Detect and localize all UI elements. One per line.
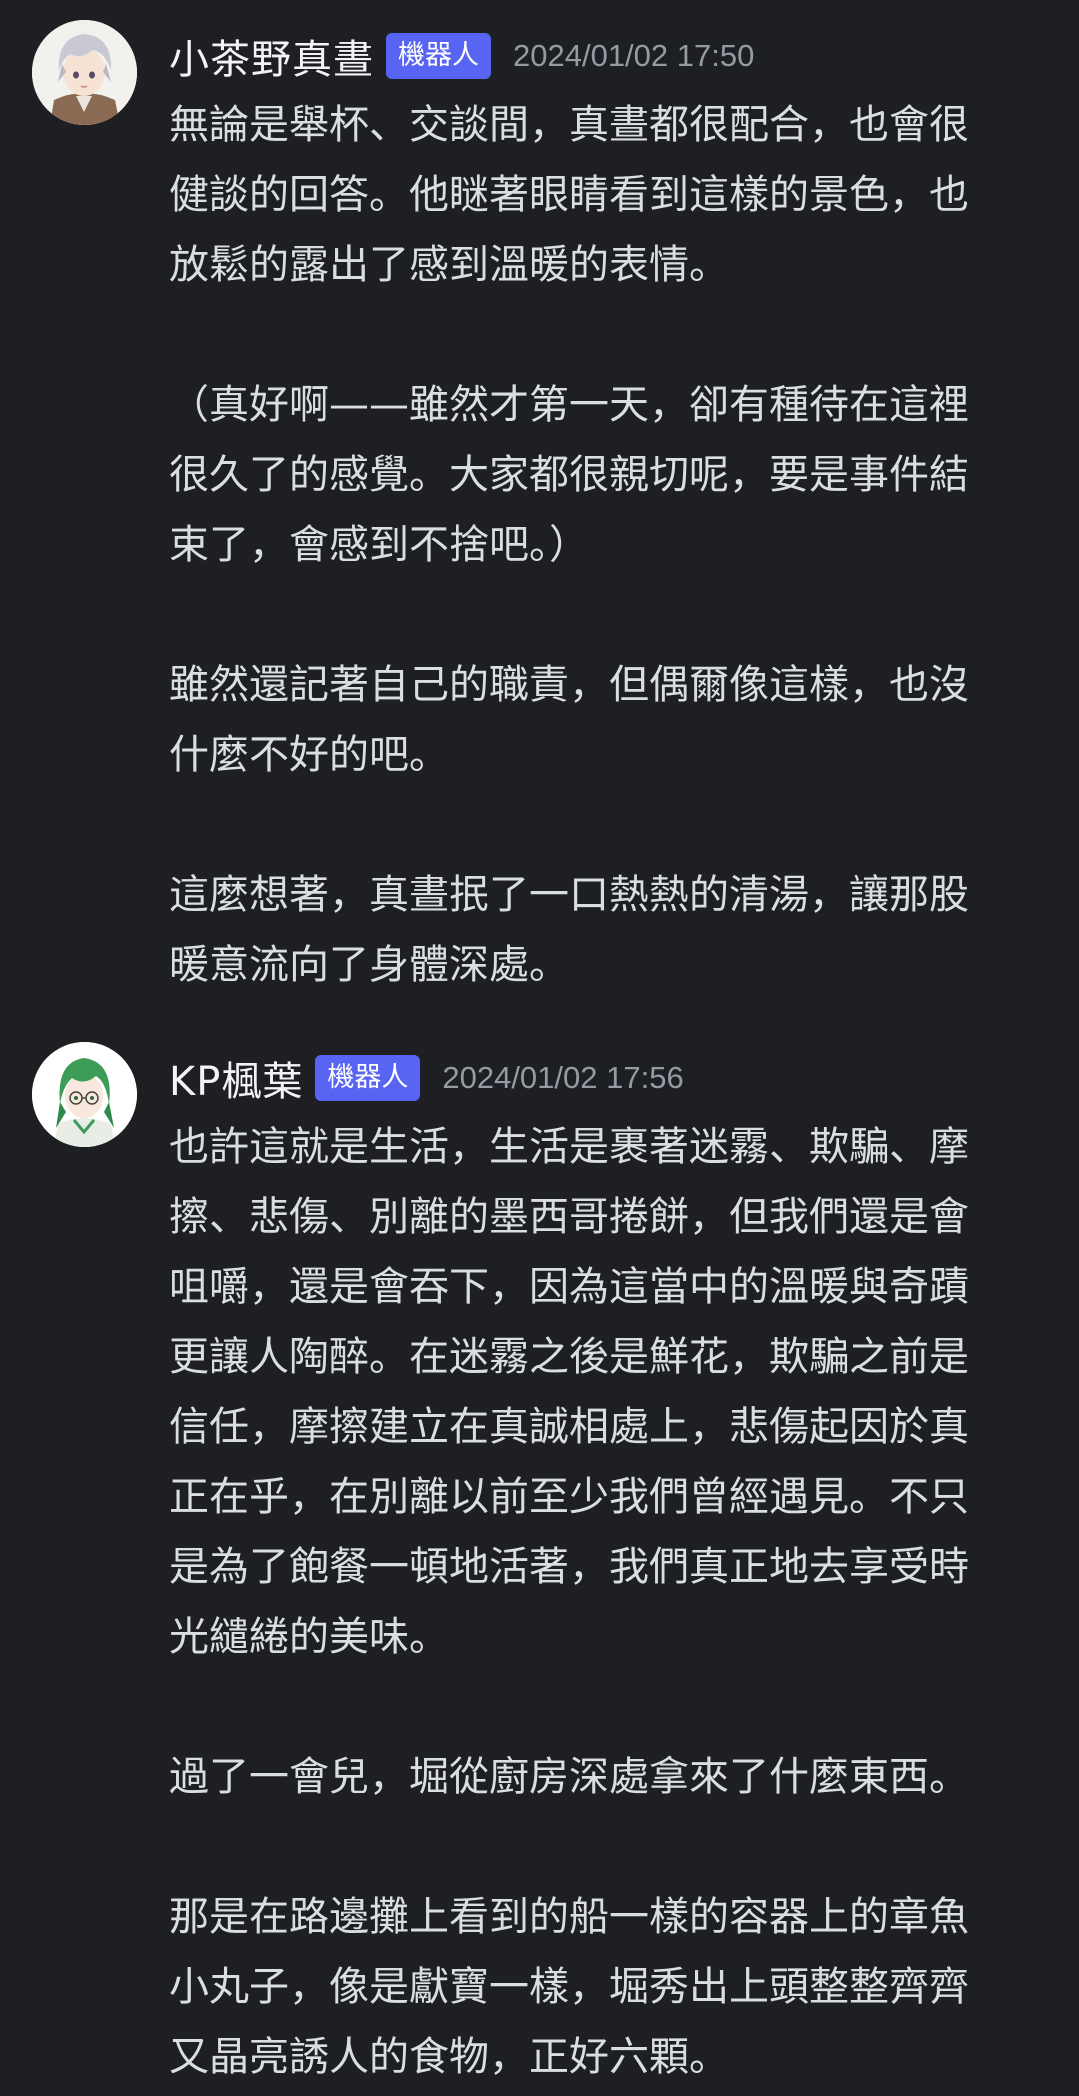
text-line: 也許這就是生活，生活是裹著迷霧、欺騙、摩 [169, 1124, 969, 1170]
username[interactable]: KP楓葉 [169, 1049, 303, 1107]
text-line: 雖然還記著自己的職責，但偶爾像這樣，也沒 [169, 662, 969, 708]
timestamp[interactable]: 2024/01/02 17:56 [442, 1060, 683, 1096]
text-line: 是為了飽餐一頓地活著，我們真正地去享受時 [169, 1544, 969, 1590]
message-paragraph: 那是在路邊攤上看到的船一樣的容器上的章魚 小丸子，像是獻寶一樣，堀秀出上頭整整齊… [169, 1882, 1049, 2092]
text-line: 又晶亮誘人的食物，正好六顆。 [169, 2034, 729, 2080]
message-content: 無論是舉杯、交談間，真晝都很配合，也會很 健談的回答。他瞇著眼睛看到這樣的景色，… [169, 90, 1049, 1000]
text-line: 無論是舉杯、交談間，真晝都很配合，也會很 [169, 102, 969, 148]
chat-message-list: 小茶野真晝 機器人 2024/01/02 17:50 無論是舉杯、交談間，真晝都… [0, 0, 1079, 2096]
bot-tag: 機器人 [386, 33, 491, 79]
text-line: 很久了的感覺。大家都很親切呢，要是事件結 [169, 452, 969, 498]
text-line: 健談的回答。他瞇著眼睛看到這樣的景色，也 [169, 172, 969, 218]
text-line: （真好啊——雖然才第一天，卻有種待在這裡 [169, 382, 969, 428]
text-line: 正在乎，在別離以前至少我們曾經遇見。不只 [169, 1474, 969, 1520]
text-line: 過了一會兒，堀從廚房深處拿來了什麼東西。 [169, 1754, 969, 1800]
text-line: 束了，會感到不捨吧。） [169, 522, 589, 568]
text-line: 更讓人陶醉。在迷霧之後是鮮花，欺騙之前是 [169, 1334, 969, 1380]
text-line: 放鬆的露出了感到溫暖的表情。 [169, 242, 729, 288]
text-line: 那是在路邊攤上看到的船一樣的容器上的章魚 [169, 1894, 969, 1940]
text-line: 擦、悲傷、別離的墨西哥捲餅，但我們還是會 [169, 1194, 969, 1240]
message-paragraph: （真好啊——雖然才第一天，卻有種待在這裡 很久了的感覺。大家都很親切呢，要是事件… [169, 370, 1049, 580]
message-paragraph: 這麼想著，真晝抿了一口熱熱的清湯，讓那股 暖意流向了身體深處。 [169, 860, 1049, 1000]
text-line: 信任，摩擦建立在真誠相處上，悲傷起因於真 [169, 1404, 969, 1450]
message-paragraph: 過了一會兒，堀從廚房深處拿來了什麼東西。 [169, 1742, 1049, 1812]
message-header: KP楓葉 機器人 2024/01/02 17:56 [169, 1048, 684, 1108]
text-line: 這麼想著，真晝抿了一口熱熱的清湯，讓那股 [169, 872, 969, 918]
green-haired-character-avatar-icon [32, 1042, 137, 1147]
text-line: 小丸子，像是獻寶一樣，堀秀出上頭整整齊齊 [169, 1964, 969, 2010]
message-paragraph: 無論是舉杯、交談間，真晝都很配合，也會很 健談的回答。他瞇著眼睛看到這樣的景色，… [169, 90, 1049, 300]
message-paragraph: 雖然還記著自己的職責，但偶爾像這樣，也沒 什麼不好的吧。 [169, 650, 1049, 790]
avatar[interactable] [32, 1042, 137, 1147]
message-paragraph: 也許這就是生活，生活是裹著迷霧、欺騙、摩 擦、悲傷、別離的墨西哥捲餅，但我們還是… [169, 1112, 1049, 1672]
bot-tag: 機器人 [315, 1055, 421, 1101]
avatar[interactable] [32, 20, 137, 125]
text-line: 暖意流向了身體深處。 [169, 942, 569, 988]
message-header: 小茶野真晝 機器人 2024/01/02 17:50 [169, 26, 754, 86]
text-line: 什麼不好的吧。 [169, 732, 449, 778]
text-line: 光繾綣的美味。 [169, 1614, 449, 1660]
text-line: 咀嚼，還是會吞下，因為這當中的溫暖與奇蹟 [169, 1264, 969, 1310]
timestamp[interactable]: 2024/01/02 17:50 [513, 38, 754, 74]
username[interactable]: 小茶野真晝 [169, 27, 374, 85]
white-haired-character-avatar-icon [32, 20, 137, 125]
message-content: 也許這就是生活，生活是裹著迷霧、欺騙、摩 擦、悲傷、別離的墨西哥捲餅，但我們還是… [169, 1112, 1049, 2092]
